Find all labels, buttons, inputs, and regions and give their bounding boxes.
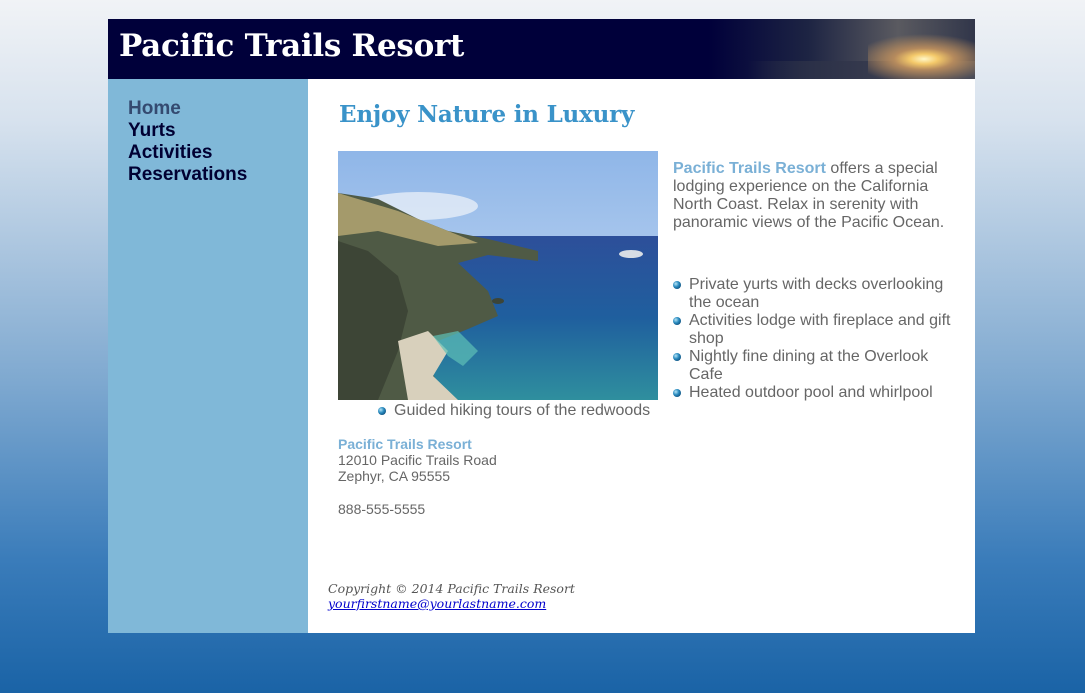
address-block: Pacific Trails Resort 12010 Pacific Trai… <box>338 436 497 484</box>
amenity-text: Private yurts with decks overlooking the… <box>689 276 944 311</box>
bullet-icon <box>673 389 681 397</box>
intro-paragraph: Pacific Trails Resort offers a special l… <box>673 160 955 232</box>
site-title: Pacific Trails Resort <box>119 28 464 64</box>
page-heading: Enjoy Nature in Luxury <box>339 101 635 128</box>
nav-link-activities[interactable]: Activities <box>128 142 212 163</box>
nav-item-activities: Activities <box>128 142 308 164</box>
intro-resort-name: Pacific Trails Resort <box>673 160 826 177</box>
nav-item-reservations: Reservations <box>128 164 308 186</box>
bullet-icon <box>378 407 386 415</box>
list-item: Activities lodge with fireplace and gift… <box>673 312 955 348</box>
address-city: Zephyr, CA 95555 <box>338 468 451 484</box>
phone-number: 888-555-5555 <box>338 501 426 517</box>
coastline-photo <box>338 151 658 400</box>
sidebar-nav: Home Yurts Activities Reservations <box>108 79 308 633</box>
list-item: Private yurts with decks overlooking the… <box>673 276 955 312</box>
copyright-text: Copyright © 2014 Pacific Trails Resort <box>328 581 575 596</box>
nav-link-reservations[interactable]: Reservations <box>128 164 247 185</box>
bullet-icon <box>673 353 681 361</box>
list-item: Heated outdoor pool and whirlpool <box>673 384 955 402</box>
nav-link-home[interactable]: Home <box>128 98 181 119</box>
list-item: Guided hiking tours of the redwoods <box>378 402 698 420</box>
header-sun-glow <box>868 29 975 79</box>
amenity-text: Guided hiking tours of the redwoods <box>394 402 651 419</box>
coastline-image <box>338 151 658 400</box>
amenity-text: Heated outdoor pool and whirlpool <box>689 384 933 401</box>
amenity-text: Nightly fine dining at the Overlook Cafe <box>689 348 929 383</box>
site-header: Pacific Trails Resort <box>108 19 975 79</box>
nav-item-yurts: Yurts <box>128 120 308 142</box>
bullet-icon <box>673 317 681 325</box>
amenities-list-continued: Guided hiking tours of the redwoods <box>378 402 698 420</box>
bullet-icon <box>673 281 681 289</box>
amenity-text: Activities lodge with fireplace and gift… <box>689 312 951 347</box>
nav-link-yurts[interactable]: Yurts <box>128 120 176 141</box>
address-street: 12010 Pacific Trails Road <box>338 452 497 468</box>
main-content: Enjoy Nature in Luxury Pacific Trails Re… <box>308 79 975 633</box>
list-item: Nightly fine dining at the Overlook Cafe <box>673 348 955 384</box>
nav-item-home: Home <box>128 98 308 120</box>
page-wrapper: Pacific Trails Resort Home Yurts Activit… <box>108 19 975 633</box>
email-link[interactable]: yourfirstname@yourlastname.com <box>328 596 546 611</box>
page-footer: Copyright © 2014 Pacific Trails Resort y… <box>328 581 575 611</box>
amenities-list: Private yurts with decks overlooking the… <box>673 276 955 402</box>
address-resort-name: Pacific Trails Resort <box>338 436 472 452</box>
